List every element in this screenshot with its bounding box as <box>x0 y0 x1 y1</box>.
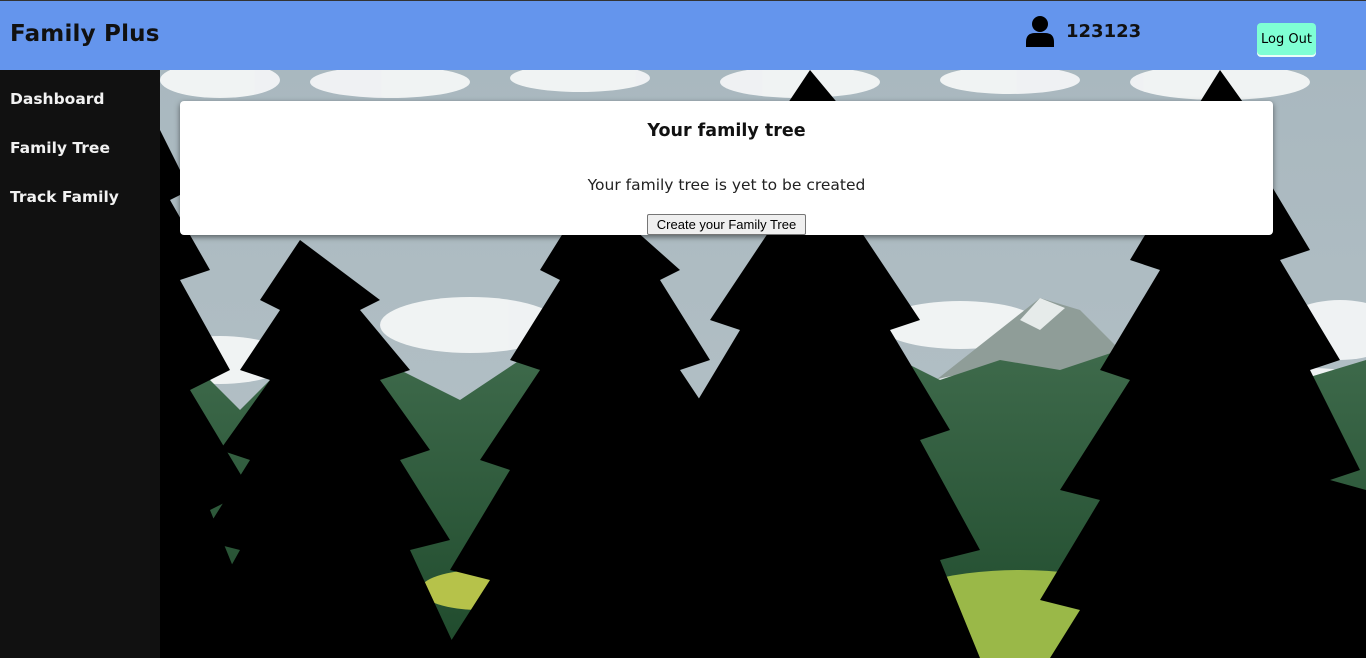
top-header: Family Plus 123123 Log Out <box>0 0 1366 70</box>
user-icon <box>1026 16 1054 47</box>
sidebar: Dashboard Family Tree Track Family <box>0 70 160 658</box>
family-tree-card: Your family tree Your family tree is yet… <box>180 101 1273 235</box>
create-family-tree-button[interactable]: Create your Family Tree <box>647 214 806 235</box>
username-label: 123123 <box>1066 21 1142 42</box>
sidebar-item-family-tree[interactable]: Family Tree <box>10 139 110 157</box>
sidebar-item-track-family[interactable]: Track Family <box>10 188 119 206</box>
sidebar-item-dashboard[interactable]: Dashboard <box>10 90 105 108</box>
logout-button[interactable]: Log Out <box>1257 23 1316 55</box>
empty-state-message: Your family tree is yet to be created <box>587 176 866 194</box>
brand-title: Family Plus <box>10 21 160 47</box>
card-title: Your family tree <box>647 121 806 141</box>
